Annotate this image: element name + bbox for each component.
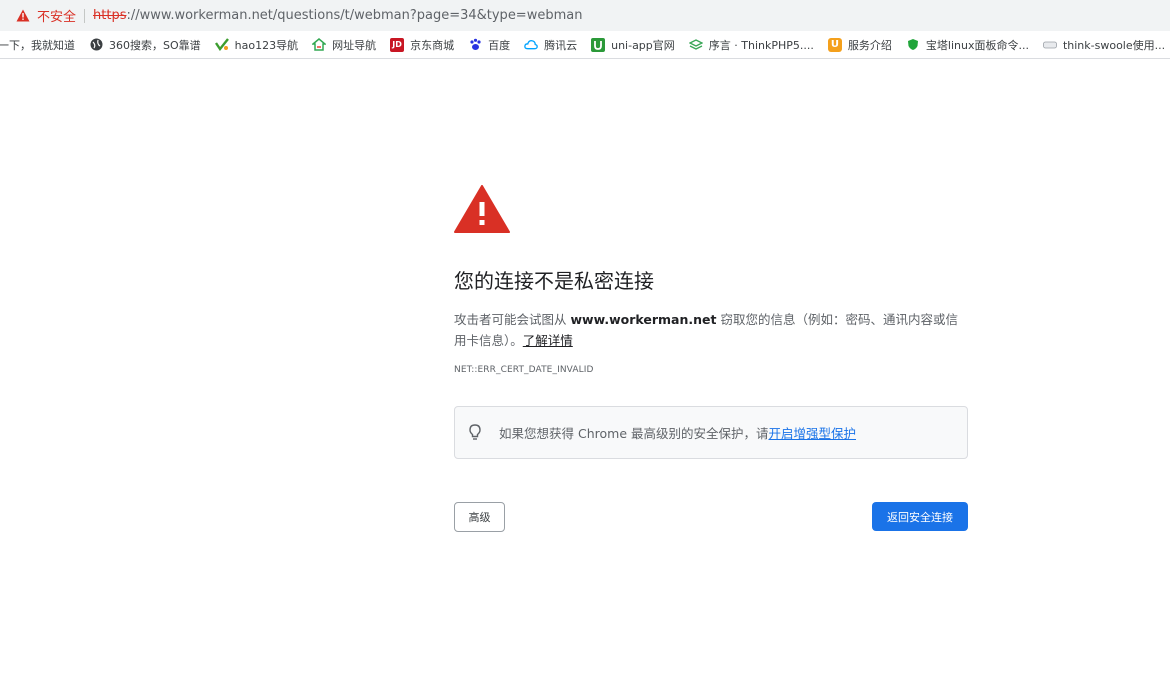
house-icon [312, 38, 327, 52]
bookmark-item[interactable]: JD 京东商城 [390, 31, 455, 58]
url-scheme[interactable]: https [93, 8, 126, 23]
bookmark-item[interactable]: think-swoole使用... [1043, 31, 1166, 58]
page-title: 您的连接不是私密连接 [454, 269, 654, 293]
learn-more-link[interactable]: 了解详情 [523, 333, 573, 348]
protection-text: 如果您想获得 Chrome 最高级别的安全保护，请 [499, 426, 769, 441]
bookmark-item[interactable]: 宝塔linux面板命令... [906, 31, 1029, 58]
bookmark-item[interactable]: 一下，我就知道 [0, 31, 75, 58]
security-status[interactable]: 不安全 [37, 6, 76, 25]
back-to-safety-button[interactable]: 返回安全连接 [872, 502, 968, 531]
enhanced-protection-banner: 如果您想获得 Chrome 最高级别的安全保护，请 开启增强型保护 [454, 406, 968, 459]
bookmark-label: 序言 · ThinkPHP5.... [708, 38, 814, 52]
shield-icon [906, 38, 920, 52]
address-bar[interactable]: 不安全 https://www.workerman.net/questions/… [0, 0, 1170, 31]
host-name: www.workerman.net [570, 312, 717, 327]
warning-icon [16, 8, 32, 24]
bookmark-label: think-swoole使用... [1062, 38, 1166, 52]
u-icon: U [827, 37, 842, 52]
bookmarks-bar: 一下，我就知道 360搜索，SO靠谱 hao123导航 网址导航 JD 京东商城… [0, 31, 1170, 59]
bookmark-item[interactable]: 百度 [468, 31, 511, 58]
danger-icon [454, 185, 510, 233]
stack-icon [688, 38, 703, 52]
bookmark-label: uni-app官网 [611, 38, 675, 52]
bookmark-label: 网址导航 [332, 38, 377, 52]
cloud-icon [524, 38, 538, 52]
bookmark-label: 腾讯云 [544, 38, 578, 52]
privacy-error-page: 您的连接不是私密连接 攻击者可能会试图从 www.workerman.net 窃… [454, 185, 968, 532]
bookmark-item[interactable]: 腾讯云 [524, 31, 578, 58]
tag-icon [1043, 38, 1057, 52]
uniapp-icon [591, 37, 606, 52]
bookmark-item[interactable]: 序言 · ThinkPHP5.... [688, 31, 814, 58]
bookmark-item[interactable]: U 服务介绍 [827, 31, 892, 58]
error-description: 攻击者可能会试图从 www.workerman.net 窃取您的信息（例如：密码… [454, 309, 964, 351]
divider [84, 8, 86, 23]
jd-icon: JD [390, 37, 405, 52]
enhanced-protection-link[interactable]: 开启增强型保护 [768, 423, 856, 442]
bookmark-label: 服务介绍 [847, 38, 892, 52]
bookmark-label: hao123导航 [234, 38, 299, 52]
advanced-button[interactable]: 高级 [454, 502, 505, 532]
paw-icon [468, 38, 482, 52]
error-code[interactable]: NET::ERR_CERT_DATE_INVALID [454, 365, 968, 375]
url-text[interactable]: ://www.workerman.net/questions/t/webman?… [126, 8, 582, 23]
bookmark-item[interactable]: 网址导航 [312, 31, 377, 58]
desc-text: 攻击者可能会试图从 [454, 312, 571, 327]
bookmark-label: 百度 [488, 38, 511, 52]
bookmark-label: 360搜索，SO靠谱 [109, 38, 201, 52]
bookmark-item[interactable]: 360搜索，SO靠谱 [89, 31, 201, 58]
globe-icon [89, 38, 103, 52]
bookmark-label: 一下，我就知道 [0, 38, 75, 52]
bookmark-item[interactable]: hao123导航 [214, 31, 299, 58]
bookmark-label: 宝塔linux面板命令... [925, 38, 1029, 52]
bookmark-label: 京东商城 [410, 38, 455, 52]
bookmark-item[interactable]: uni-app官网 [591, 31, 675, 58]
hao123-icon [214, 38, 229, 52]
lightbulb-icon [469, 424, 485, 442]
